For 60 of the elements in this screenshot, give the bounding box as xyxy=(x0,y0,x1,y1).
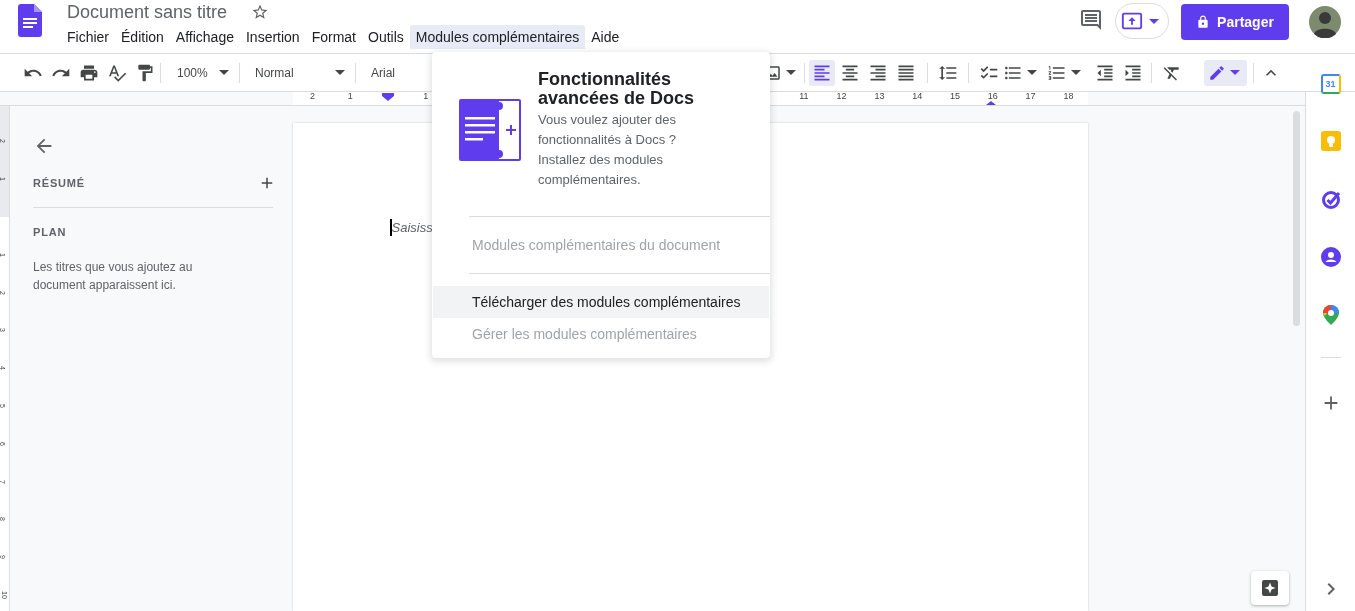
caret-icon xyxy=(335,70,345,75)
menu-item[interactable]: Fichier xyxy=(61,25,115,49)
ruler-number: 14 xyxy=(912,92,923,101)
ruler-number: 1 xyxy=(423,92,429,101)
ruler-number: 15 xyxy=(950,92,960,101)
align-left-button[interactable] xyxy=(809,59,835,86)
docs-logo-icon xyxy=(18,4,44,38)
menu-title: Fonctionnalités avancées de Docs xyxy=(538,70,696,108)
comment-icon xyxy=(1079,8,1103,32)
indent-marker-icon[interactable] xyxy=(382,93,394,101)
ruler-number: 18 xyxy=(1063,92,1074,101)
ruler-number: 11 xyxy=(799,92,809,101)
lock-icon xyxy=(1196,15,1211,29)
style-dropdown[interactable]: Normal xyxy=(245,59,351,86)
caret-icon xyxy=(1149,18,1159,24)
ruler-number: 17 xyxy=(1025,92,1036,101)
person-circle-icon[interactable] xyxy=(1320,247,1341,267)
chevron-right-icon xyxy=(1326,583,1335,595)
menu-item[interactable]: Format xyxy=(305,25,362,49)
text-cursor xyxy=(390,219,392,237)
caret-icon xyxy=(1229,70,1240,75)
ruler-number: 12 xyxy=(836,92,847,101)
font-dropdown[interactable]: Arial xyxy=(361,59,441,86)
present-screen-icon xyxy=(1121,10,1143,32)
ruler-number: 1 xyxy=(347,92,353,101)
ruler-number: 2 xyxy=(309,92,315,101)
explore-button[interactable] xyxy=(1251,571,1289,605)
ruler-number: 13 xyxy=(874,92,885,101)
menu-item[interactable]: Télécharger des modules complémentaires xyxy=(433,286,769,318)
caret-icon xyxy=(1071,70,1081,75)
menu-item[interactable]: Modules complémentaires xyxy=(409,25,586,49)
zoom-dropdown[interactable]: 100% xyxy=(167,59,235,86)
scrollbar-thumb[interactable] xyxy=(1293,111,1300,326)
indent-marker-icon[interactable] xyxy=(986,101,996,105)
avatar-icon[interactable] xyxy=(1309,6,1341,38)
caret-icon xyxy=(786,70,796,75)
document-placeholder: Saisiss xyxy=(391,219,433,237)
explore-icon xyxy=(1261,579,1279,597)
caret-icon xyxy=(1027,70,1037,75)
map-pin-icon[interactable] xyxy=(1322,305,1339,325)
pencil-icon xyxy=(1207,63,1226,82)
document-title[interactable]: Document sans titre xyxy=(67,0,228,24)
menu-item[interactable]: Édition xyxy=(115,25,170,49)
star-icon xyxy=(251,3,270,21)
section-heading: RÉSUMÉ xyxy=(33,175,85,191)
comments-button[interactable] xyxy=(1079,8,1103,32)
menu-item[interactable]: Insertion xyxy=(239,25,306,49)
ruler-number: 16 xyxy=(987,92,998,101)
editing-mode-button[interactable] xyxy=(1204,59,1247,86)
addon-document-drawing xyxy=(459,99,521,161)
menu-item[interactable]: Aide xyxy=(585,25,626,49)
calendar-icon[interactable]: 31 xyxy=(1320,74,1341,94)
caret-icon xyxy=(219,70,229,75)
share-button[interactable]: Partager xyxy=(1181,4,1289,40)
section-heading: PLAN xyxy=(33,225,68,240)
checkmark-circle-icon[interactable] xyxy=(1320,189,1341,209)
empty-outline-text: Les titres que vous ajoutez au document apparaissent ici. xyxy=(33,258,194,294)
menu-item[interactable]: Outils xyxy=(362,25,410,49)
paint-roller-icon xyxy=(135,62,155,83)
menu-item[interactable]: Affichage xyxy=(169,25,240,49)
